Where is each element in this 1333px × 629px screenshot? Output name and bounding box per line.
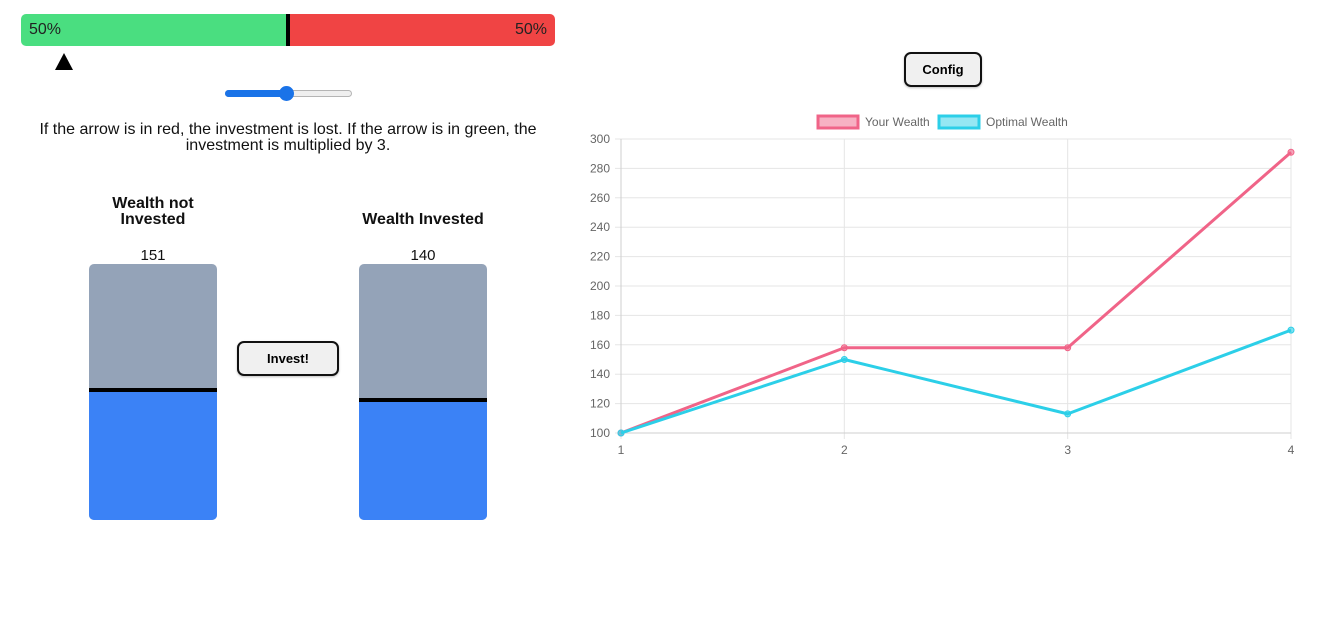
wealth-invested-title: Wealth Invested bbox=[362, 211, 484, 228]
data-point bbox=[840, 356, 848, 363]
wealth-invested-value: 140 bbox=[410, 247, 436, 264]
config-button[interactable]: Config bbox=[904, 52, 982, 87]
x-tick-label: 3 bbox=[1064, 443, 1071, 457]
data-point bbox=[1064, 344, 1072, 352]
probability-green-segment: 50% bbox=[21, 14, 288, 46]
x-tick-label: 1 bbox=[618, 443, 625, 457]
legend-swatch bbox=[816, 114, 860, 130]
wealth-line-chart: 100 120 140 160 180 200 220 240 260 280 300 1 2 3 4 You… bbox=[590, 114, 1295, 457]
y-tick-label: 200 bbox=[590, 279, 610, 293]
red-percent-label: 50% bbox=[514, 21, 547, 38]
wealth-not-invested-title: Wealth not Invested bbox=[112, 195, 194, 228]
y-tick-label: 100 bbox=[590, 426, 610, 440]
rule-text: If the arrow is in red, the investment i… bbox=[39, 121, 537, 154]
y-tick-label: 260 bbox=[590, 191, 610, 205]
green-percent-label: 50% bbox=[29, 21, 62, 38]
data-point bbox=[1287, 148, 1295, 156]
y-tick-label: 300 bbox=[590, 132, 610, 146]
wealth-invested-bar bbox=[359, 264, 487, 520]
slider-thumb[interactable] bbox=[278, 86, 294, 101]
series-line-your-wealth bbox=[620, 151, 1292, 435]
y-tick-label: 160 bbox=[590, 338, 610, 352]
wealth-not-invested-value: 151 bbox=[140, 247, 166, 264]
slider-fill bbox=[225, 90, 286, 97]
probability-slider[interactable] bbox=[225, 86, 352, 102]
y-tick-label: 120 bbox=[590, 397, 610, 411]
invest-button[interactable]: Invest! bbox=[237, 341, 339, 376]
probability-divider bbox=[286, 14, 290, 46]
y-tick-label: 180 bbox=[590, 308, 610, 322]
data-point bbox=[617, 429, 625, 437]
wealth-not-invested-bar bbox=[89, 264, 217, 520]
legend-swatch bbox=[937, 114, 981, 130]
probability-red-segment: 50% bbox=[288, 14, 555, 46]
arrow-up-icon bbox=[54, 53, 73, 70]
wealth-invested-level-line bbox=[359, 398, 487, 403]
probability-bar: 50% 50% bbox=[21, 14, 555, 46]
series-line-optimal-wealth bbox=[620, 328, 1292, 435]
wealth-not-invested-fill bbox=[89, 392, 217, 520]
data-point bbox=[1064, 410, 1072, 418]
y-tick-label: 140 bbox=[590, 367, 610, 381]
y-tick-label: 280 bbox=[590, 161, 610, 175]
legend-label: Your Wealth bbox=[865, 115, 930, 129]
y-tick-label: 220 bbox=[590, 250, 610, 264]
legend-label: Optimal Wealth bbox=[986, 115, 1068, 129]
data-point bbox=[1287, 326, 1295, 334]
y-tick-label: 240 bbox=[590, 220, 610, 234]
x-tick-label: 2 bbox=[841, 443, 848, 457]
data-point bbox=[840, 344, 848, 352]
wealth-invested-fill bbox=[359, 402, 487, 520]
x-tick-label: 4 bbox=[1288, 443, 1295, 457]
wealth-not-invested-level-line bbox=[89, 388, 217, 392]
